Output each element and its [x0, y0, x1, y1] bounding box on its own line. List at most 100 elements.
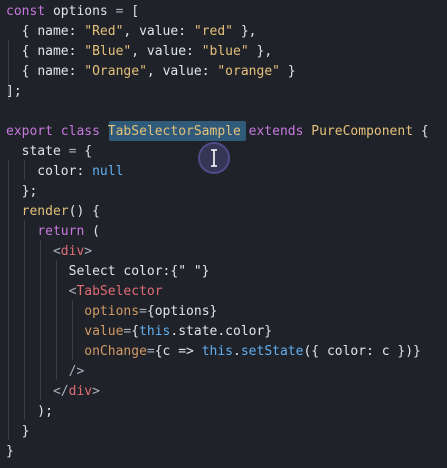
- code-token: >: [92, 384, 100, 399]
- code-token: const: [6, 4, 46, 19]
- code-token: value: [146, 44, 187, 59]
- code-editor[interactable]: const options = [ { name: "Red", value: …: [0, 0, 447, 468]
- code-token: :: [201, 64, 218, 79]
- code-line[interactable]: />: [6, 362, 85, 382]
- code-token: name: [37, 24, 69, 39]
- code-token: div: [60, 244, 85, 259]
- code-line[interactable]: }: [6, 442, 14, 462]
- code-token: );: [6, 404, 53, 419]
- code-token: Select color:: [6, 264, 171, 279]
- code-line[interactable]: { name: "Red", value: "red" },: [6, 22, 257, 42]
- code-token: () {: [68, 204, 100, 219]
- code-token: .: [233, 344, 241, 359]
- code-line[interactable]: <div>: [6, 242, 92, 262]
- code-token: value: [162, 64, 202, 79]
- code-token: </: [6, 384, 69, 399]
- code-token: return: [37, 224, 85, 239]
- code-token: }: [6, 424, 30, 439]
- code-token: }: [6, 444, 14, 459]
- code-line[interactable]: options={options}: [6, 302, 217, 322]
- code-token: =: [146, 344, 155, 359]
- code-token: <: [6, 244, 61, 259]
- code-line[interactable]: }: [6, 422, 30, 442]
- code-token: setState: [240, 344, 304, 359]
- code-token: {" "}: [170, 264, 210, 279]
- code-token: "Red": [84, 24, 124, 39]
- code-token: export: [6, 124, 53, 139]
- code-token: ];: [6, 84, 22, 99]
- code-token: extends: [248, 124, 304, 139]
- code-token: TabSelector: [76, 284, 163, 299]
- code-line[interactable]: { name: "Blue", value: "blue" },: [6, 42, 273, 62]
- code-token: null: [92, 164, 124, 179]
- code-token: {c =>: [154, 344, 202, 359]
- code-token: (: [84, 224, 100, 239]
- code-token: />: [6, 364, 85, 379]
- code-token: options: [84, 304, 140, 319]
- code-token: =: [139, 304, 147, 319]
- code-token: div: [68, 384, 93, 399]
- code-line[interactable]: { name: "Orange", value: "orange" }: [6, 62, 296, 82]
- code-token: {: [6, 24, 38, 39]
- code-token: {: [6, 64, 38, 79]
- code-token: >: [84, 244, 93, 259]
- code-line[interactable]: <TabSelector: [6, 282, 163, 302]
- code-token: {: [6, 44, 38, 59]
- code-token: {options}: [146, 304, 218, 319]
- code-line[interactable]: Select color:{" "}: [6, 262, 210, 282]
- code-token: "blue": [201, 44, 249, 59]
- code-token: ({ color: c })}: [303, 344, 421, 359]
- code-token: state: [6, 144, 69, 159]
- code-token: name: [37, 44, 69, 59]
- code-token: }: [279, 64, 296, 79]
- code-token: .state.color}: [170, 324, 273, 339]
- code-line[interactable]: </div>: [6, 382, 100, 402]
- code-token: value: [139, 24, 179, 39]
- code-token: TabSelectorSample: [107, 124, 241, 139]
- code-token: PureComponent: [311, 124, 414, 139]
- code-line[interactable]: };: [6, 182, 38, 202]
- code-token: options: [45, 4, 116, 19]
- code-token: this: [201, 344, 234, 359]
- code-token: {: [131, 324, 140, 339]
- code-token: {: [413, 124, 429, 139]
- code-line[interactable]: ];: [6, 82, 22, 102]
- code-line[interactable]: const options = [: [6, 2, 139, 22]
- code-token: :: [178, 24, 194, 39]
- code-token: },: [233, 24, 257, 39]
- code-token: ,: [146, 64, 163, 79]
- code-token: "Blue": [84, 44, 132, 59]
- code-token: onChange: [84, 344, 147, 359]
- code-line[interactable]: render() {: [6, 202, 100, 222]
- code-line[interactable]: value={this.state.color}: [6, 322, 272, 342]
- code-line[interactable]: color: null: [6, 162, 123, 182]
- code-token: :: [68, 64, 85, 79]
- code-token: "orange": [217, 64, 280, 79]
- code-line[interactable]: return (: [6, 222, 100, 242]
- code-token: :: [76, 164, 93, 179]
- code-token: [: [123, 4, 140, 19]
- code-token: value: [84, 324, 124, 339]
- code-token: },: [248, 44, 273, 59]
- code-token: :: [68, 44, 85, 59]
- code-line[interactable]: );: [6, 402, 53, 422]
- code-token: };: [6, 184, 38, 199]
- code-token: render: [6, 204, 69, 219]
- code-line[interactable]: onChange={c => this.setState({ color: c …: [6, 342, 421, 362]
- code-token: {: [76, 144, 93, 159]
- code-token: :: [186, 44, 202, 59]
- text-cursor-icon: [211, 149, 217, 167]
- code-token: :: [68, 24, 85, 39]
- code-token: color: [6, 164, 77, 179]
- code-token: ,: [131, 44, 147, 59]
- code-token: ,: [123, 24, 140, 39]
- code-line[interactable]: export class TabSelectorSample extends P…: [6, 122, 429, 142]
- code-line[interactable]: state = {: [6, 142, 92, 162]
